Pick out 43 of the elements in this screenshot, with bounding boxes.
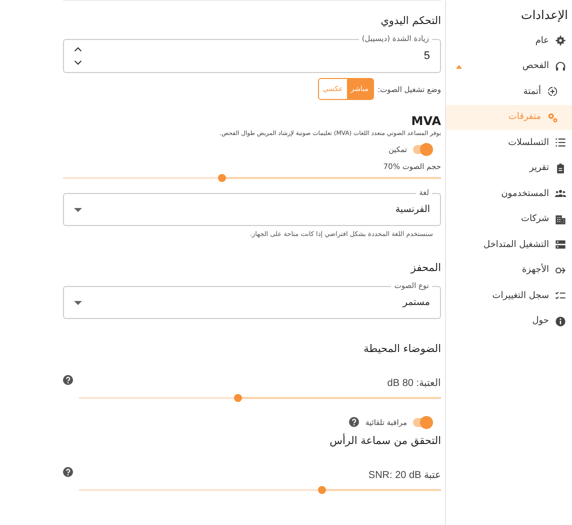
sidebar-item[interactable]: المستخدمون [446,181,572,206]
section-heading: الضوضاء المحيطة [362,343,441,355]
sidebar-item[interactable]: التشغيل المتداخل [446,232,572,258]
chevron-down-icon[interactable] [74,60,82,65]
headphones-icon [555,60,566,72]
slider-thumb[interactable] [234,394,242,402]
slider-thumb[interactable] [218,174,226,182]
sidebar-item[interactable]: سجل التغييرات [446,283,572,308]
sidebar-item[interactable]: الفحص [446,54,572,79]
sidebar-item[interactable]: أتمتة [446,79,572,104]
list-icon [555,137,566,148]
sidebar-item[interactable]: شركات [446,206,572,232]
section-heading: المحفز [410,262,441,274]
dropdown-icon [74,208,82,212]
slider-label: العتبة: 80 dB [386,377,441,389]
sidebar-title: الإعدادات [520,8,569,24]
plus-circle-icon [547,86,558,98]
toggle-switch[interactable] [413,418,433,426]
users-icon [555,188,566,200]
device-icon [555,264,566,276]
checklist-icon [555,290,566,302]
sidebar-item[interactable]: تقرير [446,156,572,181]
slider-thumb[interactable] [318,486,326,494]
info-icon [555,316,566,327]
gears-icon [547,112,558,123]
dropdown-icon [74,300,82,304]
slider-label: عتبة SNR: 20 dB [367,469,441,481]
gear-icon [555,35,566,46]
toggle-switch[interactable] [413,145,433,154]
clipboard-icon [555,162,566,174]
help-icon[interactable] [349,417,360,427]
sidebar-item[interactable]: عام [446,28,572,54]
section-heading: التحكم اليدوي [380,15,441,27]
sidebar-item[interactable]: التسلسلات [446,130,572,156]
help-icon[interactable] [63,375,73,385]
section-heading: التحقق من سماعة الرأس [328,435,441,447]
sidebar-item[interactable]: حول [446,308,572,334]
server-icon [555,239,566,250]
help-icon[interactable] [63,467,73,477]
building-icon [555,214,566,225]
sidebar-item[interactable]: الأجهزة [446,258,572,283]
chevron-up-icon[interactable] [74,47,82,52]
section-heading: MVA [410,114,441,128]
